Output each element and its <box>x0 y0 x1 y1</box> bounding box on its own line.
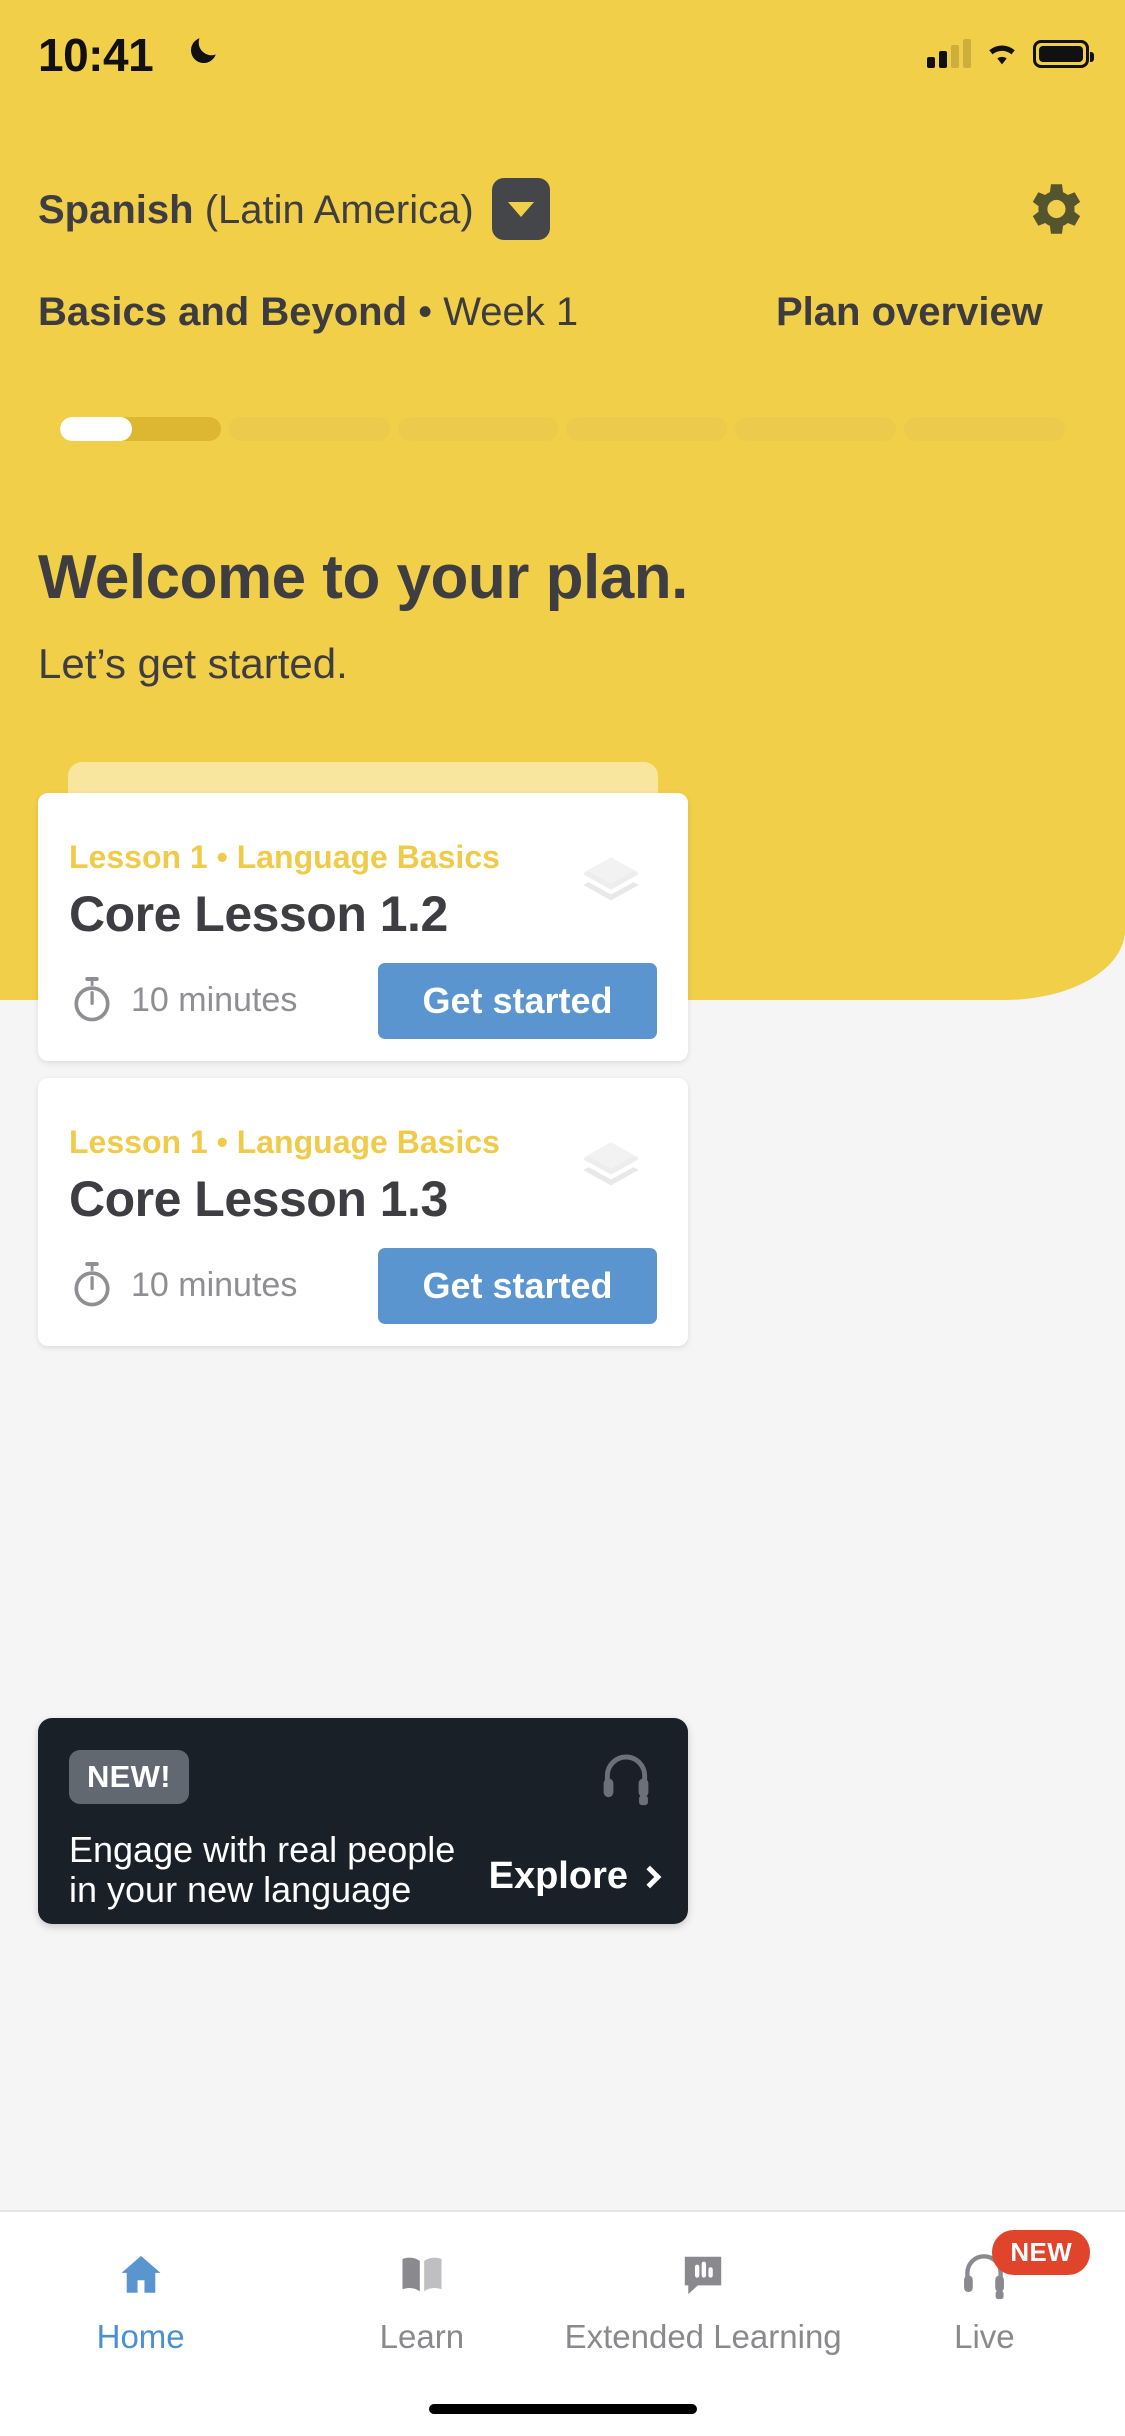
promo-card[interactable]: NEW! Engage with real people in your new… <box>38 1718 688 1924</box>
progress-segment <box>904 417 1065 441</box>
cellular-signal-icon <box>927 38 971 68</box>
lesson-title: Core Lesson 1.3 <box>69 1171 448 1227</box>
home-indicator <box>428 2404 697 2414</box>
tab-label: Live <box>954 2318 1015 2355</box>
tab-label: Extended Learning <box>564 2318 842 2355</box>
lesson-meta: 10 minutes <box>69 975 297 1025</box>
progress-segment <box>397 417 559 441</box>
progress-segment <box>735 417 897 441</box>
progress-fill <box>60 417 133 441</box>
lesson-eyebrow: Lesson 1 • Language Basics <box>69 839 500 875</box>
chat-bars-icon <box>677 2246 729 2304</box>
crescent-moon-icon <box>190 38 216 64</box>
progress-segment <box>566 417 728 441</box>
tab-extended-learning[interactable]: Extended Learning <box>563 2212 844 2436</box>
promo-explore-link[interactable]: Explore <box>488 1855 662 1898</box>
chevron-down-icon <box>508 201 534 217</box>
layers-icon <box>583 857 639 901</box>
lesson-duration: 10 minutes <box>131 1265 298 1304</box>
get-started-button[interactable]: Get started <box>378 1248 657 1324</box>
book-icon <box>396 2246 448 2304</box>
plan-overview-link[interactable]: Plan overview <box>776 290 1043 335</box>
promo-new-badge: NEW! <box>69 1750 189 1804</box>
page-title: Welcome to your plan. <box>38 543 688 612</box>
progress-segment <box>60 417 221 441</box>
plan-header-row: Basics and Beyond • Week 1 Plan overview <box>0 290 1125 350</box>
tab-live[interactable]: Live NEW <box>844 2212 1125 2436</box>
tab-new-badge: NEW <box>992 2230 1091 2275</box>
wifi-icon <box>989 45 1015 65</box>
plan-week: • Week 1 <box>407 290 579 334</box>
home-icon <box>115 2246 167 2304</box>
lesson-card[interactable]: Lesson 1 • Language Basics Core Lesson 1… <box>38 793 688 1061</box>
lesson-title: Core Lesson 1.2 <box>69 886 448 942</box>
battery-icon <box>1033 40 1094 68</box>
lesson-duration: 10 minutes <box>131 980 298 1019</box>
chevron-right-icon <box>638 1865 662 1888</box>
lesson-eyebrow: Lesson 1 • Language Basics <box>69 1124 500 1160</box>
tab-label: Home <box>96 2318 185 2355</box>
lesson-meta: 10 minutes <box>69 1260 297 1310</box>
lesson-card[interactable]: Lesson 1 • Language Basics Core Lesson 1… <box>38 1078 688 1346</box>
headset-icon <box>603 1754 649 1806</box>
promo-explore-label: Explore <box>488 1855 628 1897</box>
status-bar-indicators <box>927 30 1094 68</box>
get-started-button[interactable]: Get started <box>378 963 657 1039</box>
plan-progress-bar <box>60 417 1065 441</box>
page-subtitle: Let’s get started. <box>38 640 348 687</box>
plan-title: Basics and Beyond • Week 1 <box>38 290 578 335</box>
plan-name: Basics and Beyond <box>38 290 408 334</box>
language-label[interactable]: Spanish (Latin America) <box>38 188 474 233</box>
status-bar: 10:41 <box>0 0 1125 130</box>
stopwatch-icon <box>74 977 110 1022</box>
tab-home[interactable]: Home <box>0 2212 281 2436</box>
language-selector-row: Spanish (Latin America) <box>0 176 1125 262</box>
layers-icon <box>583 1142 639 1186</box>
promo-headline: Engage with real people in your new lang… <box>69 1829 456 1911</box>
status-bar-time: 10:41 <box>38 29 154 81</box>
tab-learn[interactable]: Learn <box>281 2212 562 2436</box>
progress-segment <box>228 417 390 441</box>
bottom-tab-bar: Home Learn Extended Learning Live NEW <box>0 2210 1125 2436</box>
gear-icon[interactable] <box>1021 176 1087 242</box>
language-region: (Latin America) <box>204 188 474 232</box>
language-dropdown-button[interactable] <box>492 178 550 240</box>
stopwatch-icon <box>74 1262 110 1307</box>
tab-label: Learn <box>379 2318 465 2355</box>
language-name: Spanish <box>38 188 194 232</box>
app-screen: 10:41 Spanish (Latin America) Basics and <box>0 0 1125 2436</box>
